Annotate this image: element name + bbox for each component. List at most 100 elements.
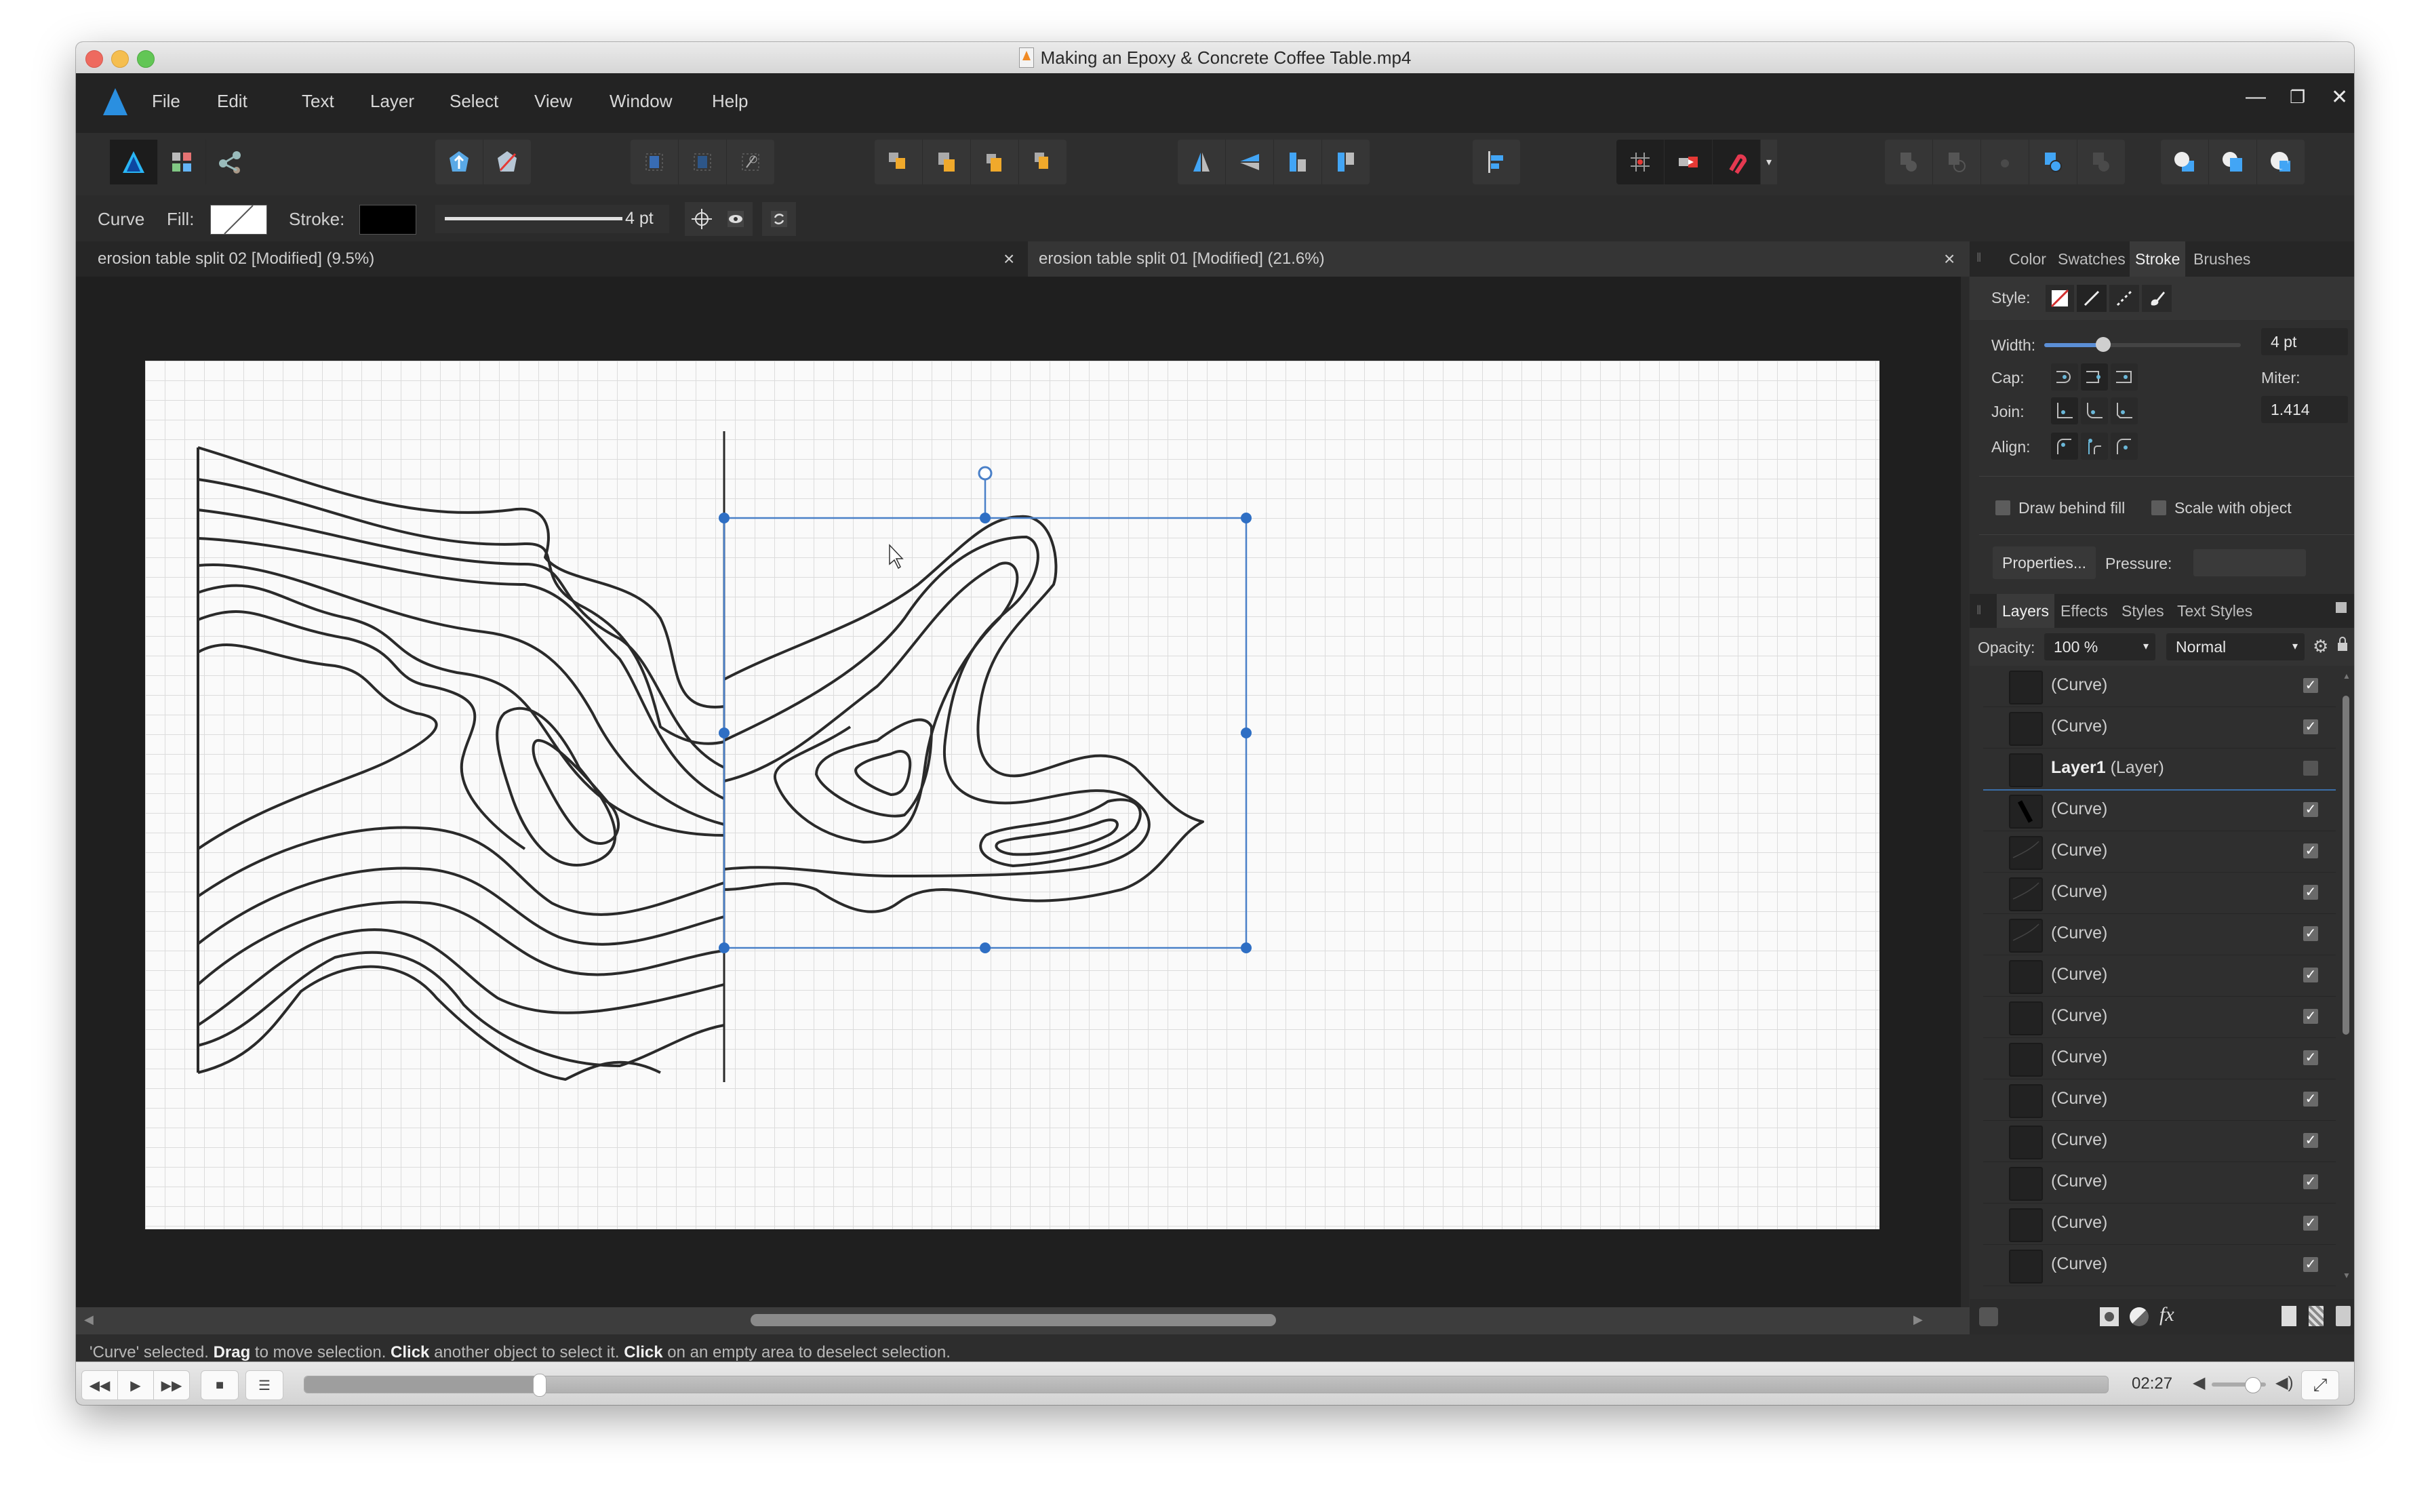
- close-tab-split-02-icon[interactable]: ×: [1003, 241, 1014, 277]
- horizontal-scroll-thumb[interactable]: [751, 1314, 1276, 1326]
- insert-behind-button[interactable]: [2161, 140, 2209, 184]
- transform-grid-button[interactable]: [631, 140, 679, 184]
- boolean-subtract-button[interactable]: [1933, 140, 1981, 184]
- layer-visibility-checkbox[interactable]: ✓: [2303, 1009, 2318, 1024]
- move-forward-one-button[interactable]: [971, 140, 1019, 184]
- style-dashed-button[interactable]: [2109, 285, 2139, 312]
- width-slider-knob[interactable]: [2096, 337, 2111, 352]
- scroll-left-icon[interactable]: ◀: [84, 1313, 94, 1327]
- selection-handle[interactable]: [1241, 942, 1252, 953]
- boolean-intersect-button[interactable]: [1981, 140, 2029, 184]
- preview-button[interactable]: [719, 202, 753, 236]
- layer-visibility-checkbox[interactable]: ✓: [2303, 1050, 2318, 1065]
- layer-visibility-checkbox[interactable]: ✓: [2303, 1092, 2318, 1107]
- move-back-one-button[interactable]: [923, 140, 971, 184]
- layer-row[interactable]: (Curve) ✓: [1983, 914, 2336, 955]
- join-miter-button[interactable]: [2051, 397, 2078, 424]
- layer-row[interactable]: (Curve) ✓: [1983, 955, 2336, 997]
- menu-help[interactable]: Help: [712, 91, 748, 112]
- layer-visibility-checkbox[interactable]: [2303, 761, 2318, 776]
- menu-window[interactable]: Window: [610, 91, 672, 112]
- layer-stack-icon[interactable]: [1979, 1307, 1998, 1326]
- style-none-button[interactable]: [2046, 285, 2074, 312]
- volume-high-icon[interactable]: ◀): [2275, 1373, 2293, 1393]
- move-to-back-button[interactable]: [875, 140, 923, 184]
- artboard[interactable]: [145, 361, 1879, 1229]
- layer-row[interactable]: Layer1 (Layer): [1983, 749, 2336, 791]
- new-layer-icon[interactable]: [2282, 1306, 2296, 1326]
- cap-round-button[interactable]: [2081, 363, 2108, 391]
- menu-file[interactable]: File: [152, 91, 180, 112]
- designer-persona-button[interactable]: [110, 140, 158, 184]
- scale-with-object-checkbox[interactable]: [2151, 500, 2166, 515]
- layer-visibility-checkbox[interactable]: ✓: [2303, 926, 2318, 941]
- lock-icon[interactable]: [2337, 636, 2348, 651]
- tab-color[interactable]: Color: [2004, 241, 2052, 277]
- menu-select[interactable]: Select: [450, 91, 498, 112]
- tab-stroke[interactable]: Stroke: [2130, 241, 2186, 277]
- blend-mode-dropdown[interactable]: Normal ▾: [2166, 633, 2305, 660]
- stop-button[interactable]: ■: [201, 1370, 239, 1400]
- tab-swatches[interactable]: Swatches: [2052, 241, 2131, 277]
- tab-brushes[interactable]: Brushes: [2188, 241, 2256, 277]
- rewind-button[interactable]: ◀◀: [81, 1370, 118, 1400]
- align-button[interactable]: [1473, 140, 1520, 184]
- pixel-persona-button[interactable]: [158, 140, 206, 184]
- panel-grip-icon[interactable]: ‖: [1976, 603, 1981, 618]
- layers-scrollbar[interactable]: ▲ ▼: [2341, 671, 2351, 1286]
- layer-row[interactable]: (Curve) ✓: [1983, 1038, 2336, 1079]
- layer-row[interactable]: (Curve) ✓: [1983, 997, 2336, 1038]
- tab-layers[interactable]: Layers: [1997, 594, 2055, 628]
- layer-row[interactable]: (Curve) ✓: [1983, 790, 2336, 831]
- volume-slider[interactable]: [2212, 1377, 2266, 1393]
- layer-row[interactable]: (Curve) ✓: [1983, 873, 2336, 914]
- menu-edit[interactable]: Edit: [217, 91, 247, 112]
- layer-row[interactable]: (Curve) ✓: [1983, 707, 2336, 749]
- seek-bar[interactable]: [304, 1374, 2109, 1397]
- fullscreen-button[interactable]: ⤢: [2301, 1370, 2339, 1400]
- canvas-area[interactable]: [76, 277, 1961, 1307]
- properties-button[interactable]: Properties...: [1993, 546, 2096, 579]
- selection-handle[interactable]: [719, 728, 730, 738]
- export-persona-button[interactable]: [206, 140, 254, 184]
- rotate-left-button[interactable]: [1274, 140, 1322, 184]
- layer-row[interactable]: (Curve) ✓: [1983, 666, 2336, 707]
- selection-handle[interactable]: [980, 513, 991, 523]
- restore-icon[interactable]: ❐: [2290, 87, 2305, 108]
- layer-row[interactable]: (Curve) ✓: [1983, 1203, 2336, 1245]
- horizontal-scrollbar[interactable]: ◀ ▶: [76, 1307, 1989, 1334]
- snapping-dropdown-button[interactable]: ▾: [1761, 140, 1777, 184]
- layer-visibility-checkbox[interactable]: ✓: [2303, 1216, 2318, 1231]
- rotate-right-button[interactable]: [1322, 140, 1370, 184]
- stroke-width-slider[interactable]: 4 pt: [435, 205, 669, 233]
- layer-visibility-checkbox[interactable]: ✓: [2303, 678, 2318, 693]
- mask-layer-icon[interactable]: [2100, 1307, 2119, 1326]
- layer-visibility-checkbox[interactable]: ✓: [2303, 885, 2318, 900]
- stroke-swatch[interactable]: [359, 205, 416, 235]
- close-icon[interactable]: ✕: [2331, 85, 2348, 109]
- adjustment-icon[interactable]: [2130, 1307, 2149, 1326]
- snap-grid-button[interactable]: [1616, 140, 1665, 184]
- tab-styles[interactable]: Styles: [2116, 594, 2170, 628]
- pressure-graph[interactable]: [2193, 549, 2306, 576]
- minimize-icon[interactable]: —: [2246, 85, 2266, 108]
- transform-rotate-button[interactable]: [727, 140, 774, 184]
- scroll-down-icon[interactable]: ▼: [2343, 1271, 2351, 1280]
- doc-tab-split-02[interactable]: erosion table split 02 [Modified] (9.5%): [76, 241, 1025, 277]
- tab-text-styles[interactable]: Text Styles: [2172, 594, 2258, 628]
- transform-bounds-button[interactable]: [679, 140, 727, 184]
- join-bevel-button[interactable]: [2111, 397, 2138, 424]
- volume-knob[interactable]: [2245, 1377, 2261, 1393]
- boolean-xor-button[interactable]: [2029, 140, 2077, 184]
- draw-behind-fill-checkbox[interactable]: [1995, 500, 2010, 515]
- tab-effects[interactable]: Effects: [2055, 594, 2113, 628]
- panel-menu-icon[interactable]: [2336, 602, 2347, 613]
- new-pixel-layer-icon[interactable]: [2309, 1306, 2324, 1326]
- layer-row[interactable]: (Curve) ✓: [1983, 1245, 2336, 1286]
- move-to-front-button[interactable]: [1019, 140, 1067, 184]
- layer-visibility-checkbox[interactable]: ✓: [2303, 843, 2318, 858]
- layer-visibility-checkbox[interactable]: ✓: [2303, 802, 2318, 817]
- layer-visibility-checkbox[interactable]: ✓: [2303, 968, 2318, 982]
- align-inside-button[interactable]: [2051, 433, 2078, 460]
- selection-handle[interactable]: [980, 942, 991, 953]
